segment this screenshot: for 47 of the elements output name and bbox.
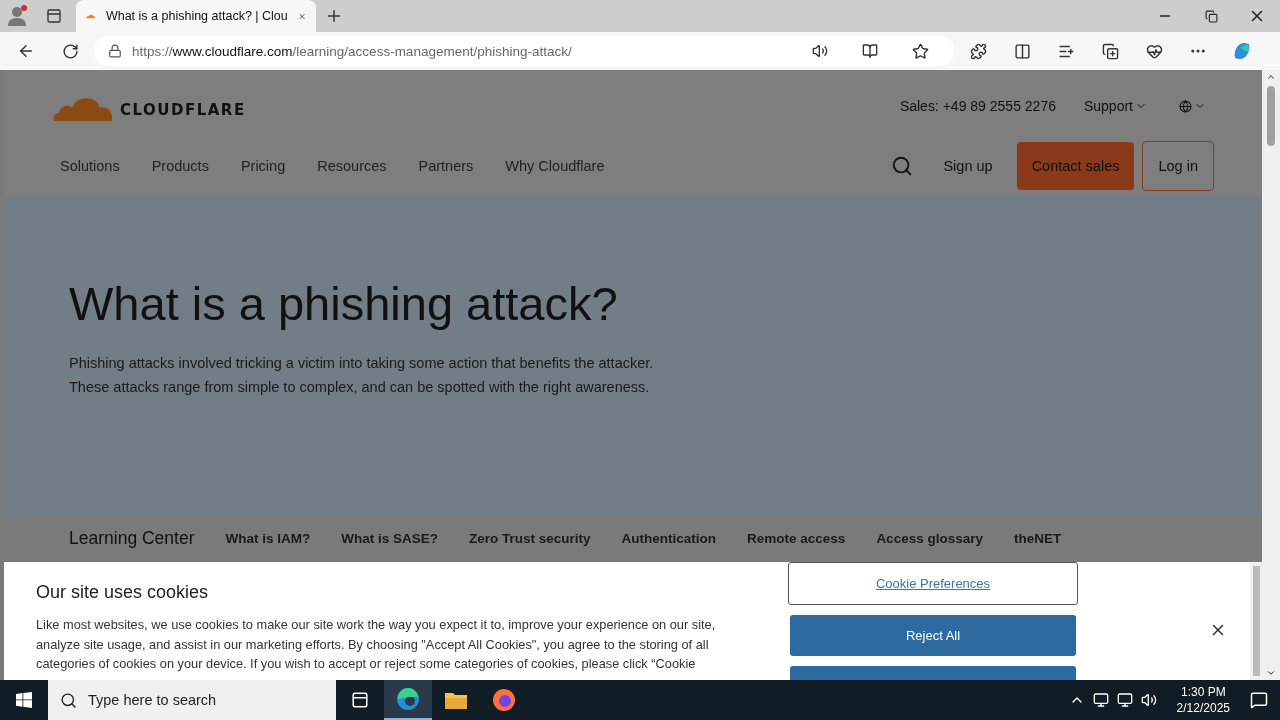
learning-link[interactable]: Authentication: [621, 531, 717, 546]
intro-text: These attacks range from simple to complex, and can be spotted with the right awareness.: [69, 378, 651, 397]
learning-link[interactable]: What is IAM?: [225, 531, 311, 546]
edge-taskbar-icon[interactable]: [384, 680, 432, 720]
learning-link[interactable]: theNET: [1013, 531, 1062, 546]
log-in-button[interactable]: Log in: [1142, 141, 1214, 192]
nav-link[interactable]: Products: [151, 158, 209, 175]
learning-center-title: Learning Center: [69, 528, 195, 549]
cookie-title: Our site uses cookies: [36, 582, 210, 603]
cookie-text: Like most websites, we use cookies to make our site work the way you expect it to, improve your experience on our site, analyze site usage, and assist in our marketing efforts. By choosing "Accept All Cookies", you agree to the storing of all categories of cookies on your device. If you wish to accept or reject some categories of cookies, please click “Cookie: [36, 616, 717, 673]
cookie-button[interactable]: Cookie Preferences: [788, 562, 1078, 605]
globe-icon: [1179, 100, 1192, 113]
nav-link[interactable]: Resources: [317, 158, 387, 175]
page-title: What is a phishing attack?: [69, 276, 619, 331]
sign-up-link[interactable]: Sign up: [943, 158, 993, 175]
language-menu[interactable]: [1179, 100, 1206, 113]
scroll-up-icon[interactable]: [1266, 72, 1276, 82]
contact-sales-button[interactable]: Contact sales: [1016, 142, 1135, 191]
logo-text: CLOUDFLARE: [120, 101, 246, 120]
learning-link[interactable]: Zero Trust security: [469, 531, 591, 546]
clock-time[interactable]: 1:30 PM: [1180, 684, 1226, 700]
intro-text: Phishing attacks involved tricking a victim into taking some action that benefits the attacker.: [69, 354, 655, 373]
browser-tab[interactable]: What is a phishing attack? | Clou: [76, 0, 316, 32]
windows-logo-icon[interactable]: [16, 692, 32, 708]
nav-link[interactable]: Solutions: [60, 158, 120, 175]
clock-date[interactable]: 2/12/2025: [1176, 700, 1230, 716]
scroll-down-icon[interactable]: [1266, 668, 1276, 678]
volume-icon[interactable]: [1140, 692, 1157, 708]
url-text: https://www.cloudflare.com/learning/access-management/phishing-attack/: [132, 43, 573, 59]
sales-phone: Sales: +49 89 2555 2276: [899, 98, 1056, 115]
notifications-icon[interactable]: [1250, 691, 1268, 709]
nav-link[interactable]: Partners: [418, 158, 474, 175]
support-menu[interactable]: Support: [1083, 98, 1147, 115]
lock-icon: [108, 44, 122, 58]
scrollbar-thumb[interactable]: [1252, 566, 1260, 676]
search-icon[interactable]: [891, 155, 914, 178]
address-field[interactable]: https://www.cloudflare.com/learning/access-management/phishing-attack/: [94, 36, 954, 66]
learning-link[interactable]: Remote access: [747, 531, 846, 546]
scrollbar-thumb[interactable]: [1267, 86, 1275, 146]
nav-link[interactable]: Why Cloudflare: [505, 158, 605, 175]
search-icon: [60, 692, 77, 709]
nav-link[interactable]: Pricing: [240, 158, 286, 175]
tab-title: What is a phishing attack? | Clou: [105, 9, 288, 23]
cookie-button[interactable]: Reject All: [790, 615, 1076, 656]
learning-link[interactable]: Access glossary: [876, 531, 983, 546]
learning-link[interactable]: What is SASE?: [341, 531, 438, 546]
taskbar-search-field[interactable]: Type here to search: [48, 680, 336, 720]
